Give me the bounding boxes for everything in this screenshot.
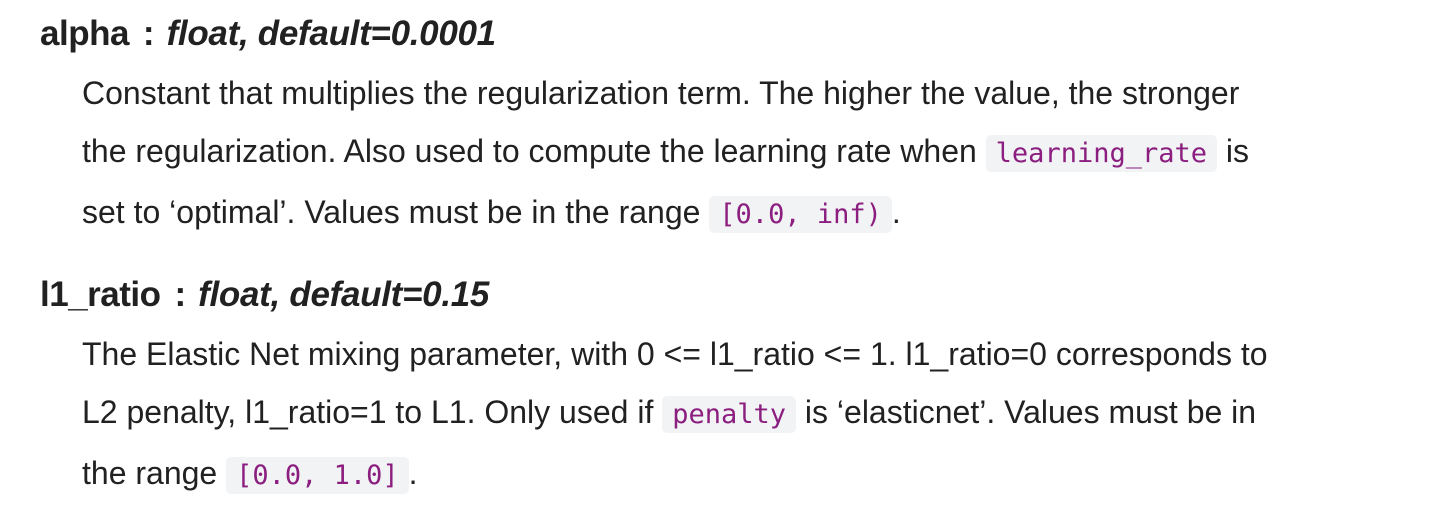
description-line: L2 penalty, l1_ratio=1 to L1. Only used … bbox=[82, 383, 1268, 444]
description-text: The Elastic Net mixing parameter, with 0… bbox=[82, 336, 1268, 372]
description-line: the range [0.0, 1.0]. bbox=[82, 444, 1268, 505]
inline-code-range: [0.0, inf) bbox=[709, 196, 892, 233]
param-header: alpha: float, default=0.0001 bbox=[40, 14, 1249, 54]
inline-code-penalty: penalty bbox=[662, 396, 797, 433]
description-text: L2 penalty, l1_ratio=1 to L1. Only used … bbox=[82, 394, 663, 430]
param-separator: : bbox=[142, 14, 155, 53]
param-header: l1_ratio: float, default=0.15 bbox=[40, 275, 1268, 315]
description-line: the regularization. Also used to compute… bbox=[82, 122, 1249, 183]
description-line: Constant that multiplies the regularizat… bbox=[82, 64, 1249, 122]
param-type: float, default=0.0001 bbox=[166, 14, 497, 53]
description-text: set to ‘optimal’. Values must be in the … bbox=[82, 194, 710, 230]
description-text: is ‘elasticnet’. Values must be in bbox=[796, 394, 1257, 430]
param-alpha: alpha: float, default=0.0001 Constant tha… bbox=[40, 14, 1249, 244]
param-name: l1_ratio bbox=[40, 275, 161, 314]
inline-code-range: [0.0, 1.0] bbox=[226, 457, 409, 494]
inline-code-learning-rate: learning_rate bbox=[985, 135, 1217, 172]
param-type: float, default=0.15 bbox=[198, 275, 490, 314]
description-text: is bbox=[1217, 133, 1249, 169]
param-description: Constant that multiplies the regularizat… bbox=[82, 64, 1249, 244]
description-text: . bbox=[891, 194, 901, 230]
description-line: The Elastic Net mixing parameter, with 0… bbox=[82, 325, 1268, 383]
description-text: the range bbox=[82, 455, 227, 491]
param-l1-ratio: l1_ratio: float, default=0.15 The Elastic… bbox=[40, 275, 1268, 505]
description-text: the regularization. Also used to compute… bbox=[82, 133, 986, 169]
param-description: The Elastic Net mixing parameter, with 0… bbox=[82, 325, 1268, 505]
description-text: Constant that multiplies the regularizat… bbox=[82, 75, 1240, 111]
description-line: set to ‘optimal’. Values must be in the … bbox=[82, 183, 1249, 244]
param-separator: : bbox=[174, 275, 187, 314]
description-text: . bbox=[408, 455, 418, 491]
param-name: alpha bbox=[40, 14, 129, 53]
